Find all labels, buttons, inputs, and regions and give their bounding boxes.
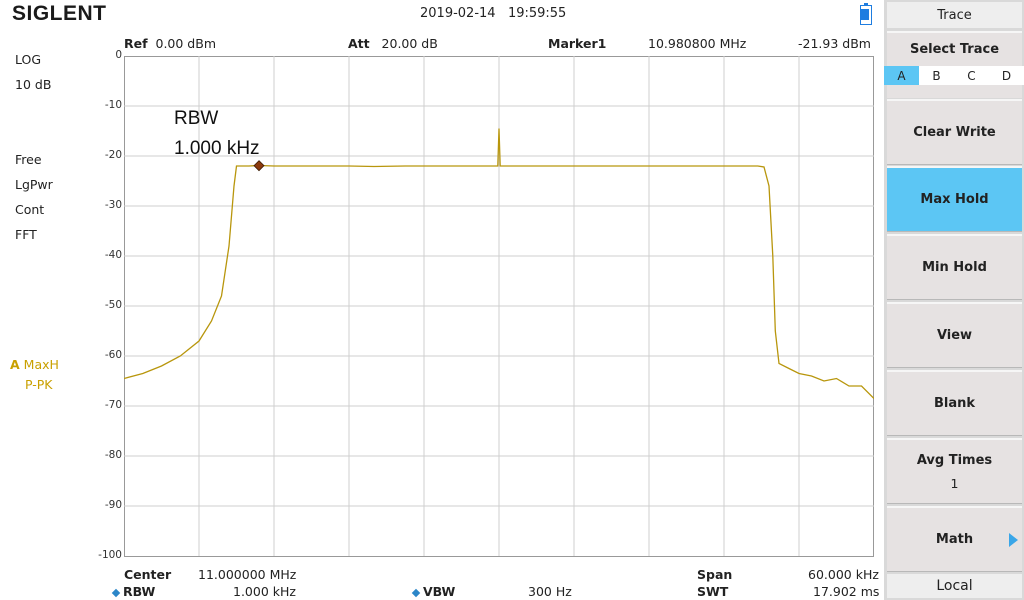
- diamond-icon: [411, 588, 421, 597]
- span-label: Span: [697, 567, 733, 582]
- avg-times-value: 1: [950, 475, 959, 491]
- datetime: 2019-02-14 19:59:55: [420, 6, 567, 21]
- annotation-rbw-label: RBW: [174, 108, 219, 129]
- center-value: 11.000000 MHz: [198, 567, 297, 582]
- y-tick-label: -80: [104, 449, 122, 461]
- swt-value: 17.902 ms: [813, 584, 880, 599]
- min-hold-button[interactable]: Min Hold: [887, 234, 1022, 300]
- y-tick-label: 0: [115, 49, 122, 61]
- trace-mode: MaxH: [23, 357, 59, 372]
- y-tick-label: -50: [104, 299, 122, 311]
- panel-title: Trace: [887, 2, 1022, 28]
- trace-tab-c[interactable]: C: [954, 66, 989, 85]
- trigger-mode: Free: [15, 152, 42, 167]
- marker1-point[interactable]: [253, 160, 265, 172]
- sweep-mode: Cont: [15, 202, 45, 217]
- trace-detector: P-PK: [25, 377, 53, 392]
- rbw-value: 1.000 kHz: [233, 584, 296, 599]
- avg-type: LgPwr: [15, 177, 53, 192]
- y-tick-label: -100: [98, 549, 122, 561]
- ref-level: Ref 0.00 dBm: [124, 36, 216, 51]
- trace-indicator: A MaxH: [10, 357, 59, 372]
- blank-button[interactable]: Blank: [887, 370, 1022, 436]
- select-trace-control[interactable]: Select Trace A B C D: [884, 31, 1024, 98]
- attenuation: Att 20.00 dB: [348, 36, 438, 51]
- span-value: 60.000 kHz: [808, 567, 879, 582]
- spectrum-plot[interactable]: [124, 56, 874, 557]
- y-tick-label: -10: [104, 99, 122, 111]
- avg-times-button[interactable]: Avg Times 1: [887, 438, 1022, 504]
- y-tick-label: -70: [104, 399, 122, 411]
- local-status[interactable]: Local: [887, 574, 1022, 598]
- vbw-setting[interactable]: VBW: [411, 584, 455, 599]
- swt-label: SWT: [697, 584, 729, 599]
- center-freq: Center: [124, 567, 172, 582]
- diamond-icon: [111, 588, 121, 597]
- battery-icon: [860, 3, 872, 25]
- math-button[interactable]: Math: [887, 506, 1022, 572]
- annotation-rbw-value: 1.000 kHz: [174, 138, 260, 159]
- view-button[interactable]: View: [887, 302, 1022, 368]
- y-tick-label: -90: [104, 499, 122, 511]
- trace-tab-d[interactable]: D: [989, 66, 1024, 85]
- y-tick-label: -30: [104, 199, 122, 211]
- submenu-arrow-icon: [1009, 532, 1018, 547]
- vbw-value: 300 Hz: [528, 584, 572, 599]
- y-tick-label: -40: [104, 249, 122, 261]
- marker-label: Marker1: [548, 36, 607, 51]
- scale-div: 10 dB: [15, 77, 52, 92]
- y-tick-label: -20: [104, 149, 122, 161]
- rbw-setting[interactable]: RBW: [111, 584, 155, 599]
- trace-tab-a[interactable]: A: [884, 66, 919, 85]
- select-trace-label: Select Trace: [909, 42, 1000, 57]
- marker-freq: 10.980800 MHz: [648, 36, 747, 51]
- trace-tab-b[interactable]: B: [919, 66, 954, 85]
- max-hold-button[interactable]: Max Hold: [887, 166, 1022, 232]
- scale-type: LOG: [15, 52, 42, 67]
- y-tick-label: -60: [104, 349, 122, 361]
- marker-level: -21.93 dBm: [798, 36, 871, 51]
- sweep-type: FFT: [15, 227, 37, 242]
- brand-logo: SIGLENT: [12, 2, 107, 25]
- trace-letter: A: [10, 357, 20, 372]
- clear-write-button[interactable]: Clear Write: [887, 99, 1022, 165]
